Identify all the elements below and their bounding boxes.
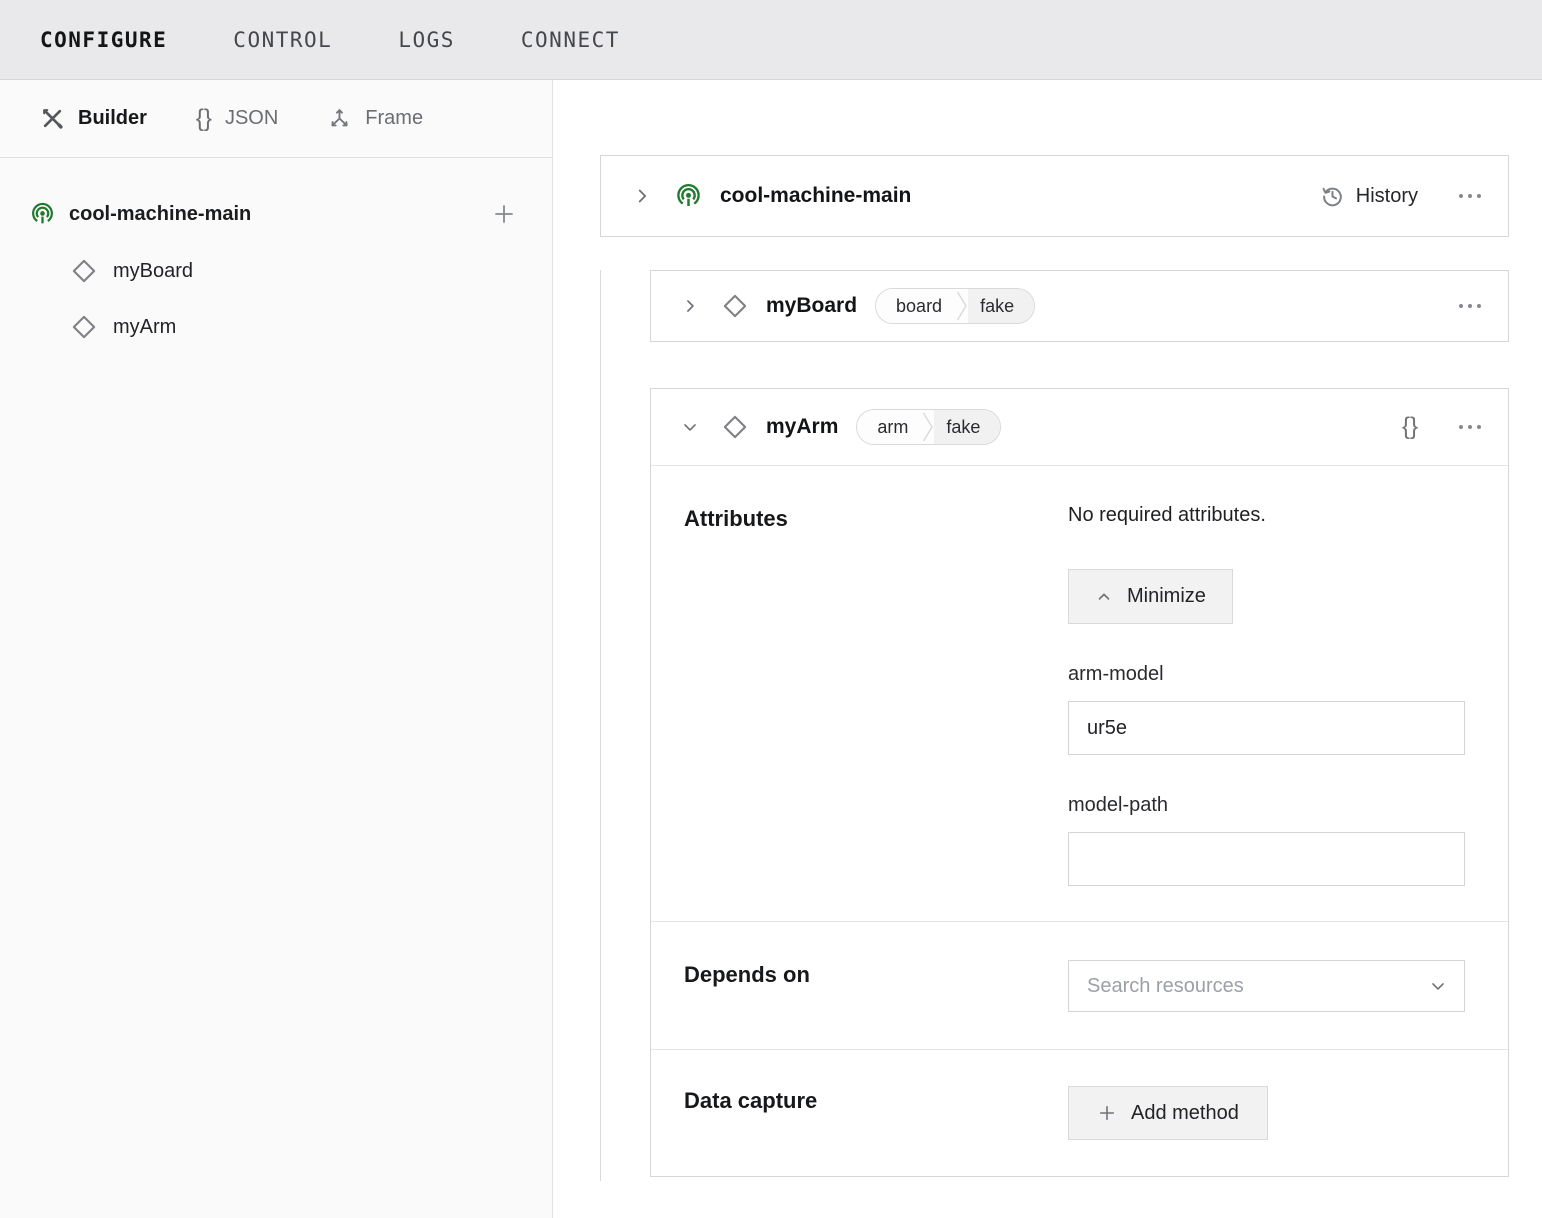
chevron-up-icon: [1095, 588, 1113, 606]
history-button-label: History: [1356, 185, 1418, 208]
diamond-icon: [722, 293, 748, 319]
badge-divider: [922, 410, 934, 444]
top-nav: CONFIGURE CONTROL LOGS CONNECT: [0, 0, 1542, 80]
view-tab-builder[interactable]: Builder: [40, 106, 147, 131]
data-capture-heading: Data capture: [684, 1088, 1068, 1140]
tree-node-machine[interactable]: cool-machine-main: [0, 192, 552, 236]
tree-node-myarm-label: myArm: [113, 316, 176, 339]
chevron-down-icon: [1428, 976, 1448, 996]
diamond-icon: [71, 258, 97, 284]
depends-on-section: Depends on Search resources: [651, 922, 1508, 1050]
tools-icon: [40, 106, 65, 131]
add-method-button[interactable]: Add method: [1068, 1086, 1268, 1140]
add-method-button-label: Add method: [1131, 1102, 1239, 1125]
view-tab-json[interactable]: {} JSON: [196, 107, 278, 131]
axes-icon: [327, 106, 352, 131]
sidebar: Builder {} JSON Frame: [0, 80, 553, 1218]
chevron-right-icon[interactable]: [680, 296, 700, 316]
chevron-down-icon[interactable]: [680, 417, 700, 437]
view-tab-builder-label: Builder: [78, 107, 147, 130]
diamond-icon: [722, 414, 748, 440]
badge-type: board: [876, 289, 956, 323]
plus-icon: [1097, 1103, 1117, 1123]
tree-node-myboard[interactable]: myBoard: [0, 250, 552, 292]
tab-logs[interactable]: LOGS: [398, 28, 455, 52]
model-path-input[interactable]: [1068, 832, 1465, 886]
resource-menu-icon[interactable]: [1456, 422, 1484, 432]
view-tab-frame[interactable]: Frame: [327, 106, 423, 131]
resource-card-myarm: myArm arm fake {} A: [650, 388, 1509, 1177]
history-clock-icon: [1320, 184, 1345, 209]
resource-card-myboard: myBoard board fake: [650, 270, 1509, 342]
badge-model: fake: [934, 410, 1000, 444]
machine-card: cool-machine-main History: [600, 155, 1509, 237]
tab-control[interactable]: CONTROL: [233, 28, 332, 52]
braces-icon: {}: [196, 107, 212, 131]
view-tab-frame-label: Frame: [365, 107, 423, 130]
arm-model-input[interactable]: [1068, 701, 1465, 755]
badge-divider: [956, 289, 968, 323]
resource-menu-icon[interactable]: [1456, 301, 1484, 311]
depends-on-select[interactable]: Search resources: [1068, 960, 1465, 1012]
machine-card-title: cool-machine-main: [720, 184, 911, 208]
machine-menu-icon[interactable]: [1456, 191, 1484, 201]
diamond-icon: [71, 314, 97, 340]
data-capture-section: Data capture Add method: [651, 1050, 1508, 1176]
minimize-button-label: Minimize: [1127, 585, 1206, 608]
model-path-label: model-path: [1068, 794, 1465, 817]
tree-node-myboard-label: myBoard: [113, 260, 193, 283]
resource-card-header: myArm arm fake {}: [651, 389, 1508, 466]
machine-part-icon: [675, 183, 702, 210]
view-mode-toolbar: Builder {} JSON Frame: [0, 80, 552, 158]
badge-type: arm: [857, 410, 922, 444]
badge-model: fake: [968, 289, 1034, 323]
depends-on-content: Search resources: [1068, 960, 1465, 1012]
view-tab-json-label: JSON: [225, 107, 278, 130]
tree-node-machine-label: cool-machine-main: [69, 203, 251, 226]
machine-children: myBoard board fake: [600, 270, 1509, 1181]
resource-name: myBoard: [766, 294, 857, 318]
depends-on-placeholder: Search resources: [1087, 975, 1244, 998]
resource-tree: cool-machine-main myBoard: [0, 158, 552, 348]
add-resource-icon[interactable]: [492, 202, 516, 226]
minimize-button[interactable]: Minimize: [1068, 569, 1233, 624]
attributes-empty-text: No required attributes.: [1068, 504, 1465, 527]
tab-connect[interactable]: CONNECT: [521, 28, 620, 52]
depends-on-heading: Depends on: [684, 962, 1068, 1012]
attributes-heading: Attributes: [684, 506, 1068, 886]
attributes-section: Attributes No required attributes. Minim…: [651, 466, 1508, 922]
config-main: cool-machine-main History: [553, 80, 1542, 1218]
machine-part-icon: [30, 202, 55, 227]
data-capture-content: Add method: [1068, 1086, 1465, 1140]
tree-node-myarm[interactable]: myArm: [0, 306, 552, 348]
resource-type-badge: arm fake: [856, 409, 1001, 445]
tab-configure[interactable]: CONFIGURE: [40, 28, 167, 52]
resource-name: myArm: [766, 415, 838, 439]
arm-model-label: arm-model: [1068, 663, 1465, 686]
resource-type-badge: board fake: [875, 288, 1035, 324]
attributes-content: No required attributes. Minimize arm-mod…: [1068, 504, 1465, 886]
chevron-right-icon[interactable]: [631, 185, 653, 207]
edit-json-braces-icon[interactable]: {}: [1402, 413, 1418, 441]
history-button[interactable]: History: [1320, 184, 1418, 209]
